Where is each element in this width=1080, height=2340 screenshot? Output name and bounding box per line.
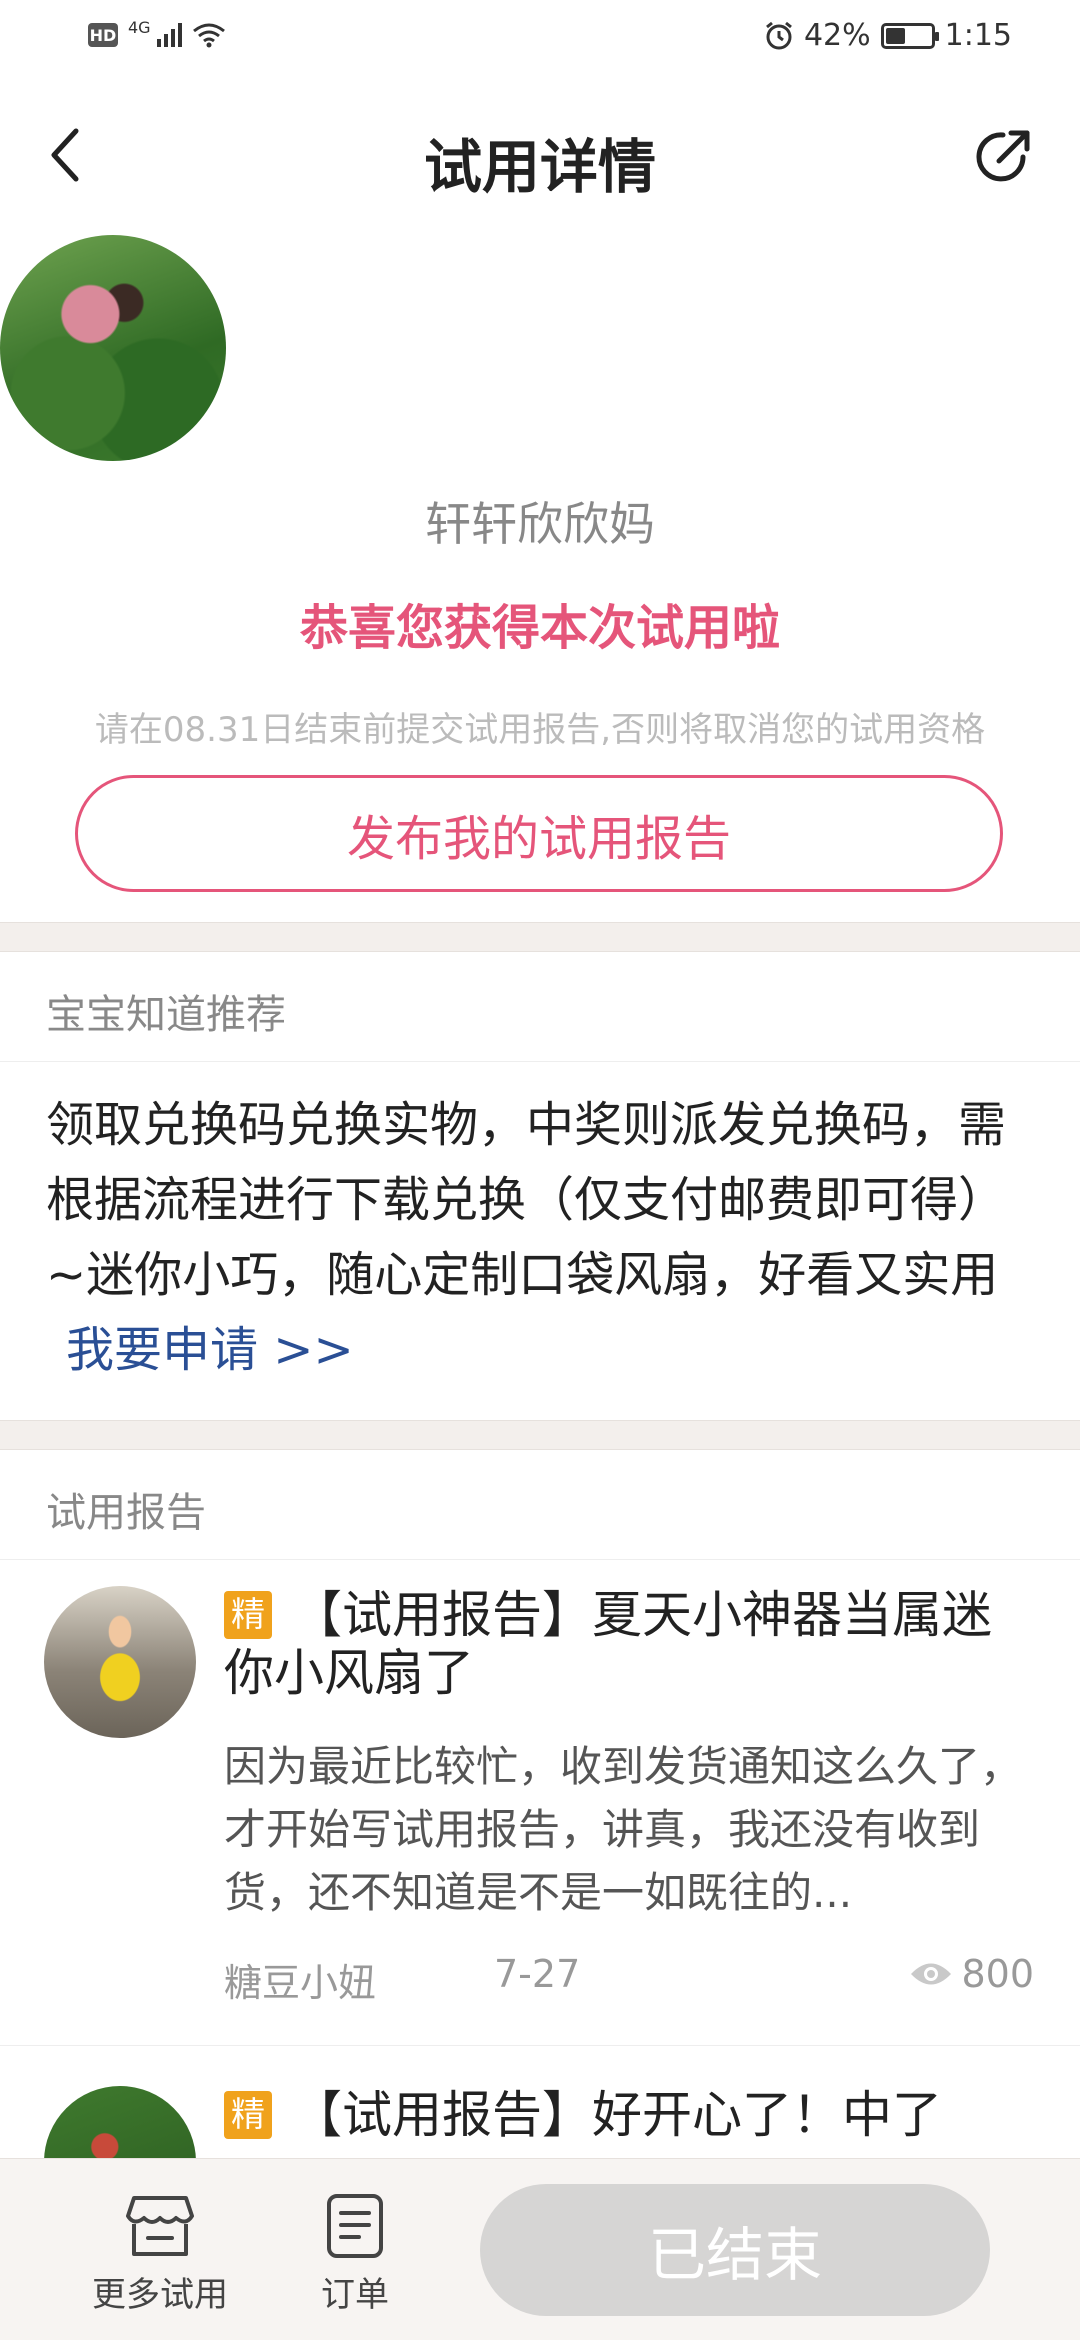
status-left: HD 4G <box>88 18 226 48</box>
share-icon <box>976 130 1030 182</box>
battery-percent: 42% <box>803 18 871 53</box>
network-type: 4G <box>128 17 151 37</box>
featured-badge: 精 <box>224 1590 272 1639</box>
report-title[interactable]: 精【试用报告】好开心了！中了 <box>224 2086 1024 2144</box>
publish-report-button[interactable]: 发布我的试用报告 <box>75 775 1003 892</box>
orders-tab[interactable]: 订单 <box>280 2191 430 2321</box>
report-excerpt[interactable]: 因为最近比较忙，收到发货通知这么久了，才开始写试用报告，讲真，我还没有收到货，还… <box>224 1735 1034 1924</box>
nav-bar: 试用详情 <box>0 90 1080 220</box>
more-trials-tab[interactable]: 更多试用 <box>85 2191 235 2321</box>
report-deadline-notice: 请在08.31日结束前提交试用报告,否则将取消您的试用资格 <box>94 710 986 750</box>
view-count: 800 <box>909 1952 1034 1996</box>
apply-link[interactable]: 我要申请 >> <box>66 1322 354 1378</box>
recommend-header: 宝宝知道推荐 <box>0 952 1080 1062</box>
reports-header-label: 试用报告 <box>46 1490 206 1536</box>
recommend-header-label: 宝宝知道推荐 <box>46 992 286 1038</box>
wifi-icon <box>192 23 225 48</box>
bottom-bar: 更多试用 订单 已结束 <box>0 2158 1080 2340</box>
report-author[interactable]: 糖豆小妞 <box>224 1952 376 2007</box>
clock: 1:15 <box>944 18 1012 53</box>
ended-button[interactable]: 已结束 <box>480 2184 990 2316</box>
user-avatar[interactable] <box>0 235 226 461</box>
report-title-text: 【试用报告】好开心了！中了 <box>292 2086 942 2144</box>
report-date: 7-27 <box>494 1952 581 1996</box>
page-title: 试用详情 <box>423 133 656 201</box>
status-bar: HD 4G 42% 1:15 <box>0 0 1080 80</box>
signal-icon <box>156 23 182 47</box>
status-right: 42% 1:15 <box>764 18 1012 53</box>
report-author-avatar[interactable] <box>44 1586 196 1738</box>
section-separator <box>0 922 1080 952</box>
alarm-icon <box>766 21 792 49</box>
featured-badge: 精 <box>224 2090 272 2139</box>
report-divider <box>0 2045 1080 2046</box>
reports-header: 试用报告 <box>0 1450 1080 1560</box>
order-list-icon <box>320 2191 390 2261</box>
report-meta: 糖豆小妞 7-27 800 <box>224 1952 1034 2005</box>
hd-badge: HD <box>88 23 118 47</box>
recommend-description: 领取兑换码兑换实物，中奖则派发兑换码，需根据流程进行下载兑换（仅支付邮费即可得）… <box>46 1088 1046 1388</box>
username: 轩轩欣欣妈 <box>425 497 655 551</box>
view-count-value: 800 <box>961 1952 1034 1996</box>
report-title[interactable]: 精【试用报告】夏天小神器当属迷你小风扇了 <box>224 1586 1024 1702</box>
recommend-text: 领取兑换码兑换实物，中奖则派发兑换码，需根据流程进行下载兑换（仅支付邮费即可得）… <box>46 1097 1007 1303</box>
report-title-text: 【试用报告】夏天小神器当属迷你小风扇了 <box>224 1586 992 1702</box>
more-trials-label: 更多试用 <box>92 2275 228 2315</box>
congrats-message: 恭喜您获得本次试用啦 <box>299 600 780 656</box>
orders-label: 订单 <box>321 2275 389 2315</box>
section-separator <box>0 1420 1080 1450</box>
share-button[interactable] <box>970 120 1040 190</box>
battery-icon <box>880 22 939 49</box>
store-icon <box>125 2191 195 2261</box>
eye-icon <box>911 1963 952 1985</box>
